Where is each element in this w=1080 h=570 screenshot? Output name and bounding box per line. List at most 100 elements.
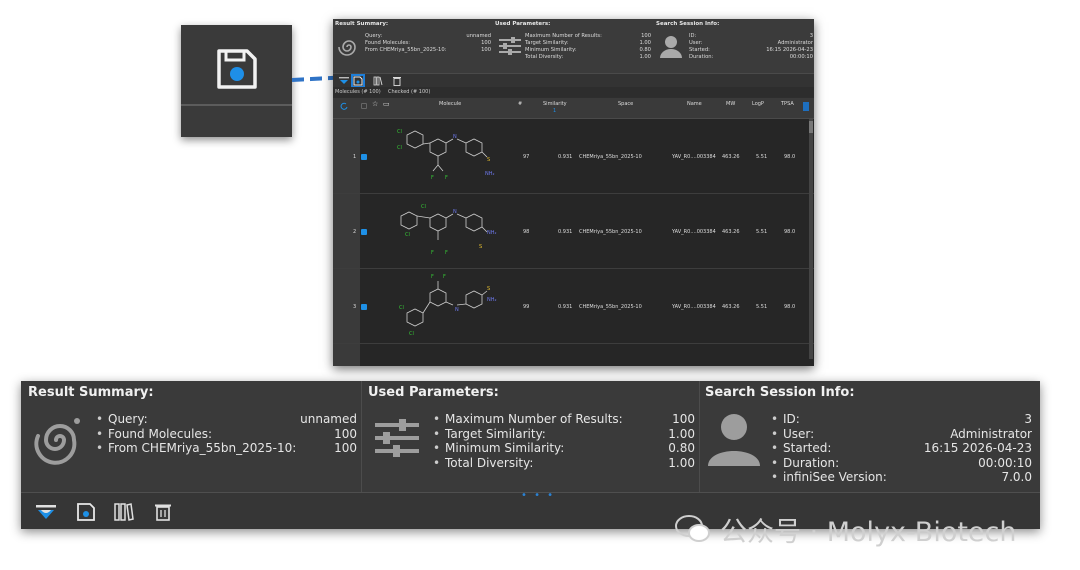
library-icon[interactable] xyxy=(373,76,383,86)
atom-label: NH₂ xyxy=(487,230,497,236)
max-results-value: 100 xyxy=(672,412,695,426)
cell-tpsa: 98.0 xyxy=(784,304,796,310)
atom-label: F xyxy=(431,274,434,280)
started-label: Started: xyxy=(771,441,831,456)
refresh-icon[interactable] xyxy=(340,102,348,110)
molecule-structure: Cl Cl N S NH₂ F F xyxy=(397,129,495,181)
select-all-checkbox[interactable] xyxy=(361,103,367,109)
row-checkbox[interactable] xyxy=(361,304,367,310)
id-label: ID: xyxy=(689,33,697,39)
cell-name: YAV_R0....003384 xyxy=(672,229,716,235)
cell-logp: 5.51 xyxy=(756,229,768,235)
save-icon[interactable] xyxy=(76,502,96,522)
trash-icon[interactable] xyxy=(153,502,173,522)
grid-scrollbar[interactable] xyxy=(809,119,813,359)
diversity-value: 1.00 xyxy=(668,455,695,470)
tab-molecules[interactable]: Molecules (# 100) xyxy=(335,89,381,95)
row-number: 3 xyxy=(353,304,357,310)
min-sim-label: Minimum Similarity: xyxy=(433,441,564,456)
cell-name: YAV_R0....003384 xyxy=(672,154,716,160)
show-hide-icon[interactable] xyxy=(36,502,56,522)
col-space[interactable]: Space xyxy=(618,101,633,107)
target-sim-value: 1.00 xyxy=(639,40,651,46)
scrollbar-thumb[interactable] xyxy=(809,121,813,133)
col-molecule[interactable]: Molecule xyxy=(439,101,461,107)
save-icon[interactable] xyxy=(353,76,363,86)
atom-label: Cl xyxy=(421,204,426,210)
resize-grip[interactable]: • • • xyxy=(521,490,555,501)
atom-label: N xyxy=(455,307,459,313)
from-label: From CHEMriya_55bn_2025-10: xyxy=(96,441,296,456)
started-value: 16:15 2026-04-23 xyxy=(923,441,1032,455)
diversity-value: 1.00 xyxy=(639,54,651,60)
atom-label: N xyxy=(453,209,457,215)
found-value: 100 xyxy=(334,426,357,441)
target-sim-label: Target Similarity: xyxy=(433,427,546,442)
save-icon-zoomed[interactable] xyxy=(215,47,259,91)
molecule-structure: Cl Cl N NH₂ S F F xyxy=(400,204,497,256)
max-results-label: Maximum Number of Results: xyxy=(525,33,602,39)
row-checkbox[interactable] xyxy=(361,154,367,160)
version-label: infiniSee Version: xyxy=(771,470,887,485)
id-value: 3 xyxy=(809,33,813,39)
min-sim-label: Minimum Similarity: xyxy=(525,47,577,53)
row-number: 1 xyxy=(353,154,357,160)
atom-label: NH₂ xyxy=(485,171,495,177)
duration-value: 00:00:10 xyxy=(789,54,813,60)
atom-label: S xyxy=(487,157,490,163)
session-info-title: Search Session Info: xyxy=(705,385,855,400)
star-icon[interactable]: ☆ xyxy=(372,100,378,108)
row-number: 2 xyxy=(353,229,357,235)
cell-mw: 463.26 xyxy=(722,154,740,160)
col-mw[interactable]: MW xyxy=(726,101,735,107)
atom-label: Cl xyxy=(397,145,402,151)
user-label: User: xyxy=(771,427,814,442)
library-icon[interactable] xyxy=(114,502,134,522)
target-sim-value: 1.00 xyxy=(668,426,695,441)
used-parameters-title: Used Parameters: xyxy=(368,385,499,400)
max-results-value: 100 xyxy=(641,33,651,39)
zoom-callout xyxy=(181,25,292,137)
duration-label: Duration: xyxy=(689,54,714,60)
session-info-list: ID: 3 User: Administrator Started: 16:15 20… xyxy=(689,33,813,61)
summary-header: Result Summary: Query: unnamed Found Mole… xyxy=(333,19,814,73)
comment-icon[interactable]: ▭ xyxy=(383,100,390,108)
table-row[interactable] xyxy=(333,344,814,366)
query-value: unnamed xyxy=(300,412,357,426)
min-sim-value: 0.80 xyxy=(668,441,695,455)
query-value: unnamed xyxy=(466,33,491,39)
table-row[interactable]: 1 Cl Cl N S NH₂ F F 97 0.931 CHEMriya_55… xyxy=(333,119,814,194)
col-tpsa[interactable]: TPSA xyxy=(781,101,794,107)
atom-label: Cl xyxy=(405,232,410,238)
query-label: Query: xyxy=(96,412,148,427)
result-tabs: Molecules (# 100) Checked (# 100) xyxy=(333,87,814,97)
tab-checked[interactable]: Checked (# 100) xyxy=(388,89,430,95)
table-row[interactable]: 3 F F N S NH₂ Cl Cl 99 0.931 CHEMriya_55… xyxy=(333,269,814,344)
col-similarity[interactable]: Similarity xyxy=(543,101,567,107)
column-settings-icon[interactable] xyxy=(803,102,809,111)
spiral-icon xyxy=(338,40,356,56)
molecule-structure: F F N S NH₂ Cl Cl xyxy=(399,274,497,337)
user-value: Administrator xyxy=(777,40,813,46)
max-results-label: Maximum Number of Results: xyxy=(433,412,623,427)
col-logp[interactable]: LogP xyxy=(752,101,764,107)
result-summary-list: Query: unnamed Found Molecules: 100 From C… xyxy=(365,33,491,54)
user-label: User: xyxy=(689,40,703,46)
started-value: 16:15 2026-04-23 xyxy=(766,47,813,53)
col-index[interactable]: # xyxy=(518,101,522,107)
target-sim-label: Target Similarity: xyxy=(525,40,569,46)
atom-label: NH₂ xyxy=(487,297,497,303)
table-row[interactable]: 2 Cl Cl N NH₂ S F F 98 0.931 CHEMriya_55… xyxy=(333,194,814,269)
trash-icon[interactable] xyxy=(392,76,402,86)
found-label: Found Molecules: xyxy=(365,40,410,46)
atom-label: F xyxy=(445,175,448,181)
atom-label: Cl xyxy=(409,331,414,337)
cell-tpsa: 98.0 xyxy=(784,229,796,235)
col-name[interactable]: Name xyxy=(687,101,702,107)
cell-similarity: 0.931 xyxy=(558,229,573,235)
cell-tpsa: 98.0 xyxy=(784,154,796,160)
row-checkbox[interactable] xyxy=(361,229,367,235)
cell-space: CHEMriya_55bn_2025-10 xyxy=(579,304,642,310)
show-hide-icon[interactable] xyxy=(339,76,349,86)
diversity-label: Total Diversity: xyxy=(525,54,564,60)
